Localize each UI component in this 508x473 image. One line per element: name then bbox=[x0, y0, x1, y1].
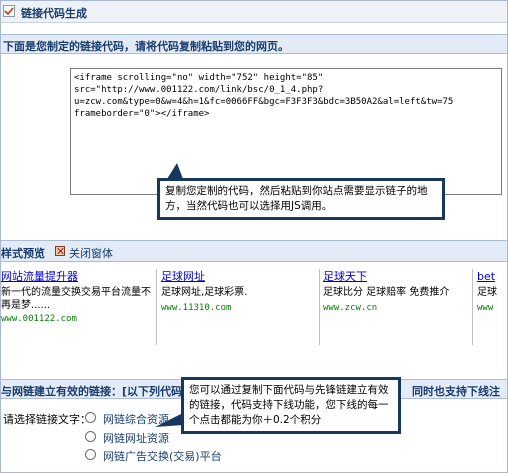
preview-item-desc: 足球网址,足球彩票. bbox=[161, 287, 248, 298]
preview-item-link[interactable]: 网站流量提升器 bbox=[1, 269, 156, 284]
check-icon bbox=[3, 5, 15, 17]
choose-link-text-label: 请选择链接文字： bbox=[3, 413, 91, 426]
radio-button[interactable] bbox=[85, 412, 96, 423]
code-line: u=zcw.com&type=0&w=4&h=1&fc=0066FF&bgc=F… bbox=[74, 97, 454, 107]
preview-item-url: www bbox=[477, 303, 494, 313]
preview-item-desc: 足球 bbox=[477, 287, 497, 298]
window-title: 链接代码生成 bbox=[21, 7, 87, 20]
preview-item-link[interactable]: 足球天下 bbox=[323, 269, 472, 284]
preview-item-url: www.11310.com bbox=[161, 303, 232, 313]
preview-item: 网站流量提升器 新一代的流量交换交易平台流量不 再是梦...... www.00… bbox=[1, 269, 157, 345]
preview-item-url: www.zcw.cn bbox=[323, 303, 378, 313]
close-icon[interactable] bbox=[55, 246, 65, 256]
code-section-title: 下面是您制定的链接代码，请将代码复制粘贴到您的网页。 bbox=[3, 40, 289, 53]
code-text: <iframe scrolling="no" width="752" heigh… bbox=[74, 72, 453, 120]
preview-item: 足球网址 足球网址,足球彩票. www.11310.com bbox=[161, 269, 320, 345]
radio-button[interactable] bbox=[85, 431, 96, 442]
close-window-link[interactable]: 关闭窗体 bbox=[69, 245, 113, 261]
preview-item-link[interactable]: 足球网址 bbox=[161, 269, 319, 284]
code-line: src="http://www.001122.com/link/bsc/0_1_… bbox=[74, 85, 324, 95]
radio-button[interactable] bbox=[85, 449, 96, 460]
preview-item-url: www.001122.com bbox=[1, 314, 77, 324]
preview-item-link[interactable]: bet bbox=[477, 269, 507, 284]
preview-item: bet 足球 www bbox=[477, 269, 507, 345]
code-section-header: 下面是您制定的链接代码，请将代码复制粘贴到您的网页。 bbox=[1, 34, 507, 54]
option-label[interactable]: 网链广告交换(交易)平台 bbox=[103, 448, 222, 464]
preview-item-desc-2: 再是梦...... bbox=[1, 300, 51, 311]
code-textarea[interactable]: <iframe scrolling="no" width="752" heigh… bbox=[70, 68, 502, 195]
preview-row: 网站流量提升器 新一代的流量交换交易平台流量不 再是梦...... www.00… bbox=[1, 269, 507, 345]
callout-tail-icon bbox=[167, 163, 183, 179]
main-frame: 链接代码生成 下面是您制定的链接代码，请将代码复制粘贴到您的网页。 <ifram… bbox=[0, 0, 508, 473]
links-callout-text: 您可以通过复制下面代码与先锋链建立有效的链接，代码支持下线功能，您下线的每一个点… bbox=[184, 380, 398, 431]
preview-item-desc: 足球比分 足球赔率 免费推介 bbox=[323, 287, 450, 298]
links-callout: 您可以通过复制下面代码与先锋链建立有效的链接，代码支持下线功能，您下线的每一个点… bbox=[181, 377, 401, 434]
preview-item: 足球天下 足球比分 足球赔率 免费推介 www.zcw.cn bbox=[323, 269, 473, 345]
preview-header: 样式预览 关闭窗体 bbox=[1, 240, 507, 262]
links-header-left: 与网链建立有效的链接：[以下列代码 bbox=[1, 385, 183, 398]
preview-title: 样式预览 bbox=[1, 247, 45, 260]
code-line: frameborder="0"></iframe> bbox=[74, 109, 210, 119]
code-line: <iframe scrolling="no" width="752" heigh… bbox=[74, 73, 324, 83]
preview-item-desc: 新一代的流量交换交易平台流量不 bbox=[1, 287, 151, 298]
title-bar: 链接代码生成 bbox=[1, 1, 507, 23]
callout-tail-icon bbox=[155, 413, 183, 427]
code-callout-text: 复制您定制的代码，然后粘贴到你站点需要显示链子的地方，当然代码也可以选择用JS调… bbox=[160, 181, 442, 217]
links-header-right: 同时也支持下线注 bbox=[412, 385, 500, 398]
code-callout: 复制您定制的代码，然后粘贴到你站点需要显示链子的地方，当然代码也可以选择用JS调… bbox=[157, 178, 445, 220]
